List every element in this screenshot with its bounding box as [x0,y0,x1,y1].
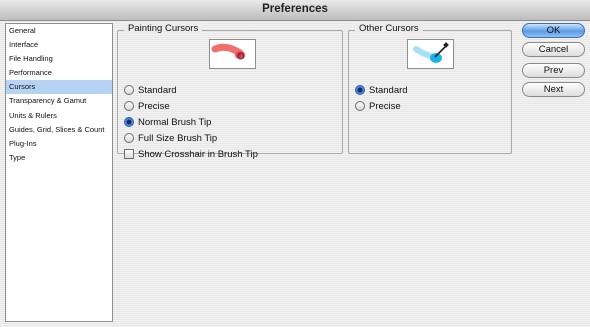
other-precise-label: Precise [369,100,401,112]
radio-standard[interactable] [124,85,134,95]
cancel-button[interactable]: Cancel [522,42,585,57]
brush-tip-preview-icon [211,43,246,60]
sidebar-item-guides-grid-slices[interactable]: Guides, Grid, Slices & Count [6,123,112,137]
painting-standard-label: Standard [138,84,177,96]
other-standard-option[interactable]: Standard [355,83,408,97]
show-crosshair-checkbox[interactable] [124,149,134,159]
show-crosshair-option[interactable]: Show Crosshair in Brush Tip [124,147,258,161]
preferences-category-list: General Interface File Handling Performa… [5,23,113,322]
other-standard-label: Standard [369,84,408,96]
sidebar-item-transparency-gamut[interactable]: Transparency & Gamut [6,94,112,108]
sidebar-item-cursors[interactable]: Cursors [6,80,112,95]
next-button[interactable]: Next [522,82,585,97]
prev-button[interactable]: Prev [522,63,585,78]
radio-other-standard[interactable] [355,85,365,95]
sidebar-item-units-rulers[interactable]: Units & Rulers [6,109,112,123]
other-cursor-preview [407,39,454,69]
show-crosshair-label: Show Crosshair in Brush Tip [138,148,258,160]
sidebar-item-interface[interactable]: Interface [6,38,112,52]
sidebar-item-plug-ins[interactable]: Plug-Ins [6,137,112,151]
radio-full-size-brush-tip[interactable] [124,133,134,143]
painting-full-size-brush-tip-label: Full Size Brush Tip [138,132,218,144]
sidebar-item-type[interactable]: Type [6,151,112,165]
painting-cursor-preview [209,39,256,69]
painting-cursors-group: Painting Cursors Standard Precise Normal… [117,23,343,160]
radio-other-precise[interactable] [355,101,365,111]
sidebar-item-general[interactable]: General [6,24,112,38]
painting-precise-option[interactable]: Precise [124,99,170,113]
painting-cursors-title: Painting Cursors [124,23,203,34]
preferences-window: Preferences General Interface File Handl… [0,0,590,327]
other-precise-option[interactable]: Precise [355,99,401,113]
other-cursors-title: Other Cursors [355,23,423,34]
painting-full-size-brush-tip-option[interactable]: Full Size Brush Tip [124,131,217,145]
painting-normal-brush-tip-label: Normal Brush Tip [138,116,212,128]
radio-normal-brush-tip[interactable] [124,117,134,127]
window-content: General Interface File Handling Performa… [0,21,590,327]
sidebar-item-performance[interactable]: Performance [6,66,112,80]
title-bar[interactable]: Preferences [0,0,590,21]
window-title: Preferences [262,3,328,15]
painting-standard-option[interactable]: Standard [124,83,177,97]
radio-precise[interactable] [124,101,134,111]
ok-button[interactable]: OK [522,23,585,38]
painting-precise-label: Precise [138,100,170,112]
painting-normal-brush-tip-option[interactable]: Normal Brush Tip [124,115,211,129]
eyedropper-preview-icon [413,42,449,63]
sidebar-item-file-handling[interactable]: File Handling [6,52,112,66]
other-cursors-group: Other Cursors Standard Precise [348,23,512,154]
